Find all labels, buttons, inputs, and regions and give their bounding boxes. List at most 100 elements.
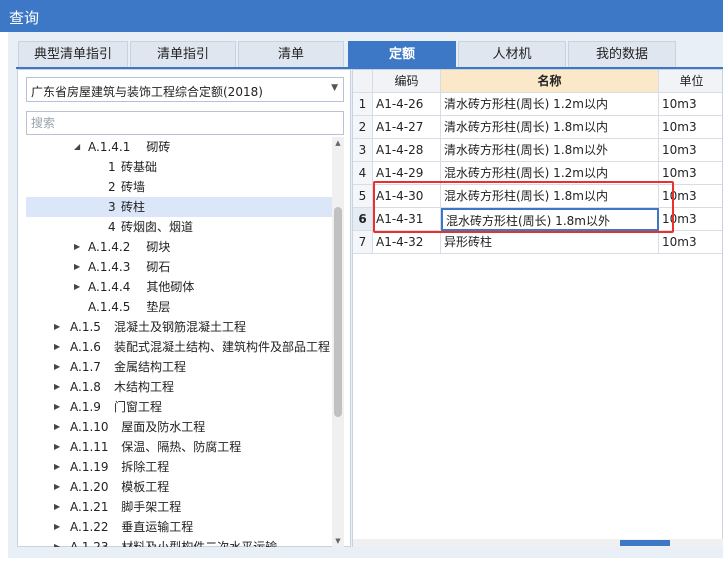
collapse-arrow-icon[interactable]: ◢ <box>74 137 80 157</box>
table-cell-no[interactable]: 6 <box>353 208 373 231</box>
scroll-up-icon[interactable]: ▲ <box>332 137 344 149</box>
chevron-down-icon[interactable]: ▼ <box>331 83 338 93</box>
tree-node[interactable]: ▶ A.1.11 保温、隔热、防腐工程 <box>26 437 332 457</box>
tree-node-title: 材料及小型构件二次水平运输 <box>121 540 278 547</box>
tree-node[interactable]: A.1.4.5 垫层 <box>26 297 332 317</box>
scrollbar-thumb[interactable] <box>620 540 670 546</box>
tree-node[interactable]: ▶ A.1.19 拆除工程 <box>26 457 332 477</box>
tab-quota[interactable]: 定额 <box>348 41 456 67</box>
expand-arrow-icon[interactable]: ▶ <box>54 317 60 337</box>
expand-arrow-icon[interactable]: ▶ <box>54 437 60 457</box>
chapter-tree: ◢ A.1.4.1 砌砖 1 砖基础 2 砖墙 3 砖柱 4 砖烟囱、烟道 ▶ A.1.4.2 砌块 ▶ A.… <box>26 137 332 547</box>
column-header-row[interactable] <box>353 70 373 93</box>
tree-node[interactable]: ▶ A.1.20 模板工程 <box>26 477 332 497</box>
table-cell-code[interactable]: A1-4-32 <box>373 231 441 254</box>
tree-node[interactable]: 3 砖柱 <box>26 197 332 217</box>
table-cell-name[interactable]: 异形砖柱 <box>441 231 659 254</box>
table-horizontal-scrollbar[interactable] <box>353 539 723 547</box>
expand-arrow-icon[interactable]: ▶ <box>54 357 60 377</box>
table-cell-code[interactable]: A1-4-28 <box>373 139 441 162</box>
scroll-down-icon[interactable]: ▼ <box>332 535 344 547</box>
tree-node-label: 1 <box>108 160 116 174</box>
tree-node-title: 拆除工程 <box>121 460 170 474</box>
tree-node[interactable]: ▶ A.1.23 材料及小型构件二次水平运输 <box>26 537 332 547</box>
tree-node-label: A.1.4.5 <box>88 300 131 314</box>
tree-node-label: A.1.22 <box>70 520 109 534</box>
tree-node-title: 垫层 <box>146 300 171 314</box>
tree-node-label: A.1.23 <box>70 540 109 547</box>
tree-node-label: A.1.4.2 <box>88 240 131 254</box>
tree-node[interactable]: ▶ A.1.4.4 其他砌体 <box>26 277 332 297</box>
tree-node-title: 砌砖 <box>146 140 171 154</box>
tree-node[interactable]: ▶ A.1.21 脚手架工程 <box>26 497 332 517</box>
table-cell-name[interactable]: 清水砖方形柱(周长) 1.8m以外 <box>441 139 659 162</box>
table-cell-name[interactable]: 清水砖方形柱(周长) 1.2m以内 <box>441 93 659 116</box>
table-cell-no[interactable]: 4 <box>353 162 373 185</box>
table-cell-code[interactable]: A1-4-26 <box>373 93 441 116</box>
table-cell-no[interactable]: 1 <box>353 93 373 116</box>
tab-bill[interactable]: 清单 <box>238 41 344 67</box>
expand-arrow-icon[interactable]: ▶ <box>54 497 60 517</box>
tree-node-label: A.1.21 <box>70 500 109 514</box>
tab-bill-guide[interactable]: 清单指引 <box>130 41 236 67</box>
tree-node-label: A.1.8 <box>70 380 101 394</box>
expand-arrow-icon[interactable]: ▶ <box>54 337 60 357</box>
table-cell-unit[interactable]: 10m3 <box>659 139 722 162</box>
expand-arrow-icon[interactable]: ▶ <box>74 237 80 257</box>
expand-arrow-icon[interactable]: ▶ <box>74 277 80 297</box>
table-cell-unit[interactable]: 10m3 <box>659 93 722 116</box>
column-header-name[interactable]: 名称 <box>441 70 659 93</box>
tree-node[interactable]: 1 砖基础 <box>26 157 332 177</box>
tree-node[interactable]: ▶ A.1.10 屋面及防水工程 <box>26 417 332 437</box>
tree-node-title: 砖柱 <box>121 200 146 214</box>
tree-scrollbar[interactable]: ▲ ▼ <box>332 137 344 547</box>
tree-node[interactable]: ▶ A.1.8 木结构工程 <box>26 377 332 397</box>
tree-node[interactable]: ▶ A.1.5 混凝土及钢筋混凝土工程 <box>26 317 332 337</box>
table-cell-code[interactable]: A1-4-27 <box>373 116 441 139</box>
table-cell-unit[interactable]: 10m3 <box>659 116 722 139</box>
expand-arrow-icon[interactable]: ▶ <box>74 257 80 277</box>
expand-arrow-icon[interactable]: ▶ <box>54 397 60 417</box>
tree-node-title: 砌石 <box>146 260 171 274</box>
search-box[interactable] <box>26 111 344 135</box>
tree-node-title: 其他砌体 <box>146 280 195 294</box>
tree-node-label: A.1.7 <box>70 360 101 374</box>
tab-labor-material-machine[interactable]: 人材机 <box>458 41 566 67</box>
column-header-unit[interactable]: 单位 <box>659 70 722 93</box>
tree-node[interactable]: ▶ A.1.22 垂直运输工程 <box>26 517 332 537</box>
expand-arrow-icon[interactable]: ▶ <box>54 477 60 497</box>
table-cell-unit[interactable]: 10m3 <box>659 231 722 254</box>
tree-node[interactable]: ▶ A.1.4.3 砌石 <box>26 257 332 277</box>
expand-arrow-icon[interactable]: ▶ <box>54 417 60 437</box>
table-cell-name[interactable]: 清水砖方形柱(周长) 1.8m以内 <box>441 116 659 139</box>
expand-arrow-icon[interactable]: ▶ <box>54 517 60 537</box>
tab-my-data[interactable]: 我的数据 <box>568 41 676 67</box>
tab-typical-bill-guide[interactable]: 典型清单指引 <box>18 41 128 67</box>
tree-node[interactable]: ▶ A.1.7 金属结构工程 <box>26 357 332 377</box>
table-cell-no[interactable]: 2 <box>353 116 373 139</box>
expand-arrow-icon[interactable]: ▶ <box>54 457 60 477</box>
tree-node[interactable]: 2 砖墙 <box>26 177 332 197</box>
tree-node-title: 混凝土及钢筋混凝土工程 <box>114 320 247 334</box>
tree-node-title: 垂直运输工程 <box>121 520 194 534</box>
column-header-code[interactable]: 编码 <box>373 70 441 93</box>
tree-node[interactable]: ▶ A.1.9 门窗工程 <box>26 397 332 417</box>
tree-node-title: 砖烟囱、烟道 <box>121 220 194 234</box>
quota-table: 编码 名称 单位 1 A1-4-26 清水砖方形柱(周长) 1.2m以内 10m3 2 A1-4… <box>352 69 723 547</box>
quota-library-select[interactable]: 广东省房屋建筑与装饰工程综合定额(2018) ▼ <box>26 77 344 102</box>
tree-node[interactable]: 4 砖烟囱、烟道 <box>26 217 332 237</box>
window-bottom <box>0 558 723 571</box>
expand-arrow-icon[interactable]: ▶ <box>54 377 60 397</box>
table-cell-no[interactable]: 3 <box>353 139 373 162</box>
quota-library-value: 广东省房屋建筑与装饰工程综合定额(2018) <box>31 85 263 99</box>
table-cell-no[interactable]: 5 <box>353 185 373 208</box>
tree-node-title: 金属结构工程 <box>114 360 187 374</box>
scrollbar-thumb[interactable] <box>334 207 342 417</box>
search-input[interactable] <box>27 112 335 134</box>
tree-node[interactable]: ▶ A.1.4.2 砌块 <box>26 237 332 257</box>
tree-node[interactable]: ▶ A.1.6 装配式混凝土结构、建筑构件及部品工程 <box>26 337 332 357</box>
expand-arrow-icon[interactable]: ▶ <box>54 537 60 547</box>
tree-node-label: A.1.5 <box>70 320 101 334</box>
tree-node[interactable]: ◢ A.1.4.1 砌砖 <box>26 137 332 157</box>
table-cell-no[interactable]: 7 <box>353 231 373 254</box>
